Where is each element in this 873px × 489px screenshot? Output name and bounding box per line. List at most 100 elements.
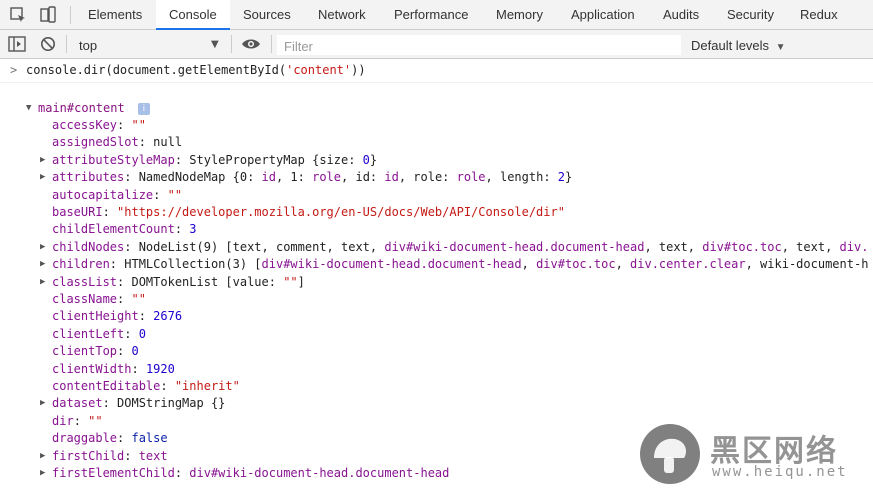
property-row-attributes[interactable]: ▶ attributes: NamedNodeMap {0: id, 1: rol…	[40, 169, 572, 186]
property-row-clientleft[interactable]: clientLeft: 0	[40, 326, 146, 343]
property-value-part: , length:	[485, 170, 558, 185]
property-row-baseuri[interactable]: baseURI: "https://developer.mozilla.org/…	[40, 204, 565, 221]
property-row-dir[interactable]: dir: ""	[40, 413, 103, 430]
property-separator: :	[138, 135, 154, 150]
watermark-url: www.heiqu.net	[712, 464, 848, 480]
property-value-part: "inherit"	[174, 379, 240, 393]
tab-redux[interactable]: Redux	[800, 0, 838, 30]
property-separator: :	[117, 431, 132, 446]
property-separator: :	[117, 344, 132, 359]
property-key: clientLeft	[52, 326, 125, 341]
property-value-part: 0	[138, 326, 146, 341]
property-value-part: role	[456, 170, 486, 185]
property-separator: :	[102, 396, 118, 411]
levels-dropdown-caret-icon: ▼	[775, 42, 786, 53]
watermark-logo-icon	[640, 424, 700, 484]
tab-network[interactable]: Network	[318, 0, 366, 30]
property-row-clientwidth[interactable]: clientWidth: 1920	[40, 361, 175, 378]
property-key: attributeStyleMap	[52, 152, 175, 167]
property-key: clientHeight	[52, 309, 139, 324]
property-value-part: , wiki-document-h	[745, 257, 869, 272]
tab-security[interactable]: Security	[727, 0, 774, 30]
device-toolbar-icon[interactable]	[38, 5, 58, 25]
property-value-part: ]	[297, 274, 305, 289]
tab-application[interactable]: Application	[571, 0, 635, 30]
property-value-part: ,	[521, 257, 537, 272]
property-row-assignedslot[interactable]: assignedSlot: null	[40, 134, 182, 151]
filter-input[interactable]	[278, 37, 692, 56]
collapsed-triangle-icon[interactable]: ▶	[40, 465, 45, 482]
property-separator: :	[117, 274, 132, 289]
property-key: className	[52, 292, 118, 306]
console-output: > console.dir(document.getElementById('c…	[0, 60, 873, 489]
property-value-part: DOMStringMap {}	[117, 396, 226, 411]
property-row-attributestylemap[interactable]: ▶ attributeStyleMap: StylePropertyMap {si…	[40, 152, 377, 169]
property-value-part: ""	[131, 118, 146, 132]
expanded-triangle-icon[interactable]: ▼	[26, 100, 31, 117]
tab-audits[interactable]: Audits	[663, 0, 699, 30]
inspect-element-icon[interactable]	[8, 5, 28, 25]
collapsed-triangle-icon[interactable]: ▶	[40, 395, 45, 412]
collapsed-triangle-icon[interactable]: ▶	[40, 448, 45, 465]
property-row-childelementcount[interactable]: childElementCount: 3	[40, 221, 197, 238]
property-value-part: ""	[131, 292, 146, 306]
property-row-clienttop[interactable]: clientTop: 0	[40, 343, 139, 360]
log-levels-dropdown[interactable]: Default levels ▼	[691, 38, 786, 53]
property-separator: :	[124, 170, 139, 185]
property-separator: :	[153, 187, 168, 202]
property-key: attributes	[52, 170, 125, 185]
property-value-part: , text,	[781, 239, 840, 254]
property-value-part: HTMLCollection(3) [	[124, 257, 262, 272]
property-row-draggable[interactable]: draggable: false	[40, 430, 168, 447]
tab-sources[interactable]: Sources	[243, 0, 291, 30]
property-value-part: text	[138, 448, 168, 463]
property-row-firstelementchild[interactable]: ▶ firstElementChild: div#wiki-document-he…	[40, 465, 449, 482]
filter-box[interactable]	[277, 35, 692, 56]
property-row-contenteditable[interactable]: contentEditable: "inherit"	[40, 378, 240, 395]
property-row-dataset[interactable]: ▶ dataset: DOMStringMap {}	[40, 395, 225, 412]
collapsed-triangle-icon[interactable]: ▶	[40, 256, 45, 273]
live-expression-eye-icon[interactable]	[241, 38, 261, 50]
info-icon[interactable]: i	[137, 103, 150, 115]
tab-console[interactable]: Console	[156, 0, 230, 30]
collapsed-triangle-icon[interactable]: ▶	[40, 169, 45, 186]
property-value-part: NamedNodeMap {0:	[138, 170, 262, 185]
property-separator: :	[138, 309, 154, 324]
tab-elements[interactable]: Elements	[88, 0, 142, 30]
property-row-children[interactable]: ▶ children: HTMLCollection(3) [div#wiki-d…	[40, 256, 868, 273]
tab-performance[interactable]: Performance	[394, 0, 468, 30]
property-key: dir	[52, 413, 74, 428]
property-value-part: }	[565, 170, 573, 185]
property-row-clientheight[interactable]: clientHeight: 2676	[40, 308, 182, 325]
property-separator: :	[117, 292, 132, 306]
property-value-part: 2	[557, 170, 566, 185]
collapsed-triangle-icon[interactable]: ▶	[40, 274, 45, 291]
property-key: draggable	[52, 431, 118, 446]
property-value-part: 1920	[145, 361, 175, 376]
property-value-part: 3	[189, 222, 197, 237]
property-row-classname[interactable]: className: ""	[40, 291, 146, 308]
context-selector[interactable]: top	[79, 38, 97, 53]
property-value-part: , text,	[644, 239, 703, 254]
tab-memory[interactable]: Memory	[496, 0, 543, 30]
property-key: autocapitalize	[52, 187, 154, 202]
property-value-part: }	[369, 152, 378, 167]
sidebar-toggle-icon[interactable]	[8, 36, 26, 52]
property-value-part: div#wiki-document-head.document-head	[261, 257, 522, 272]
object-root-row[interactable]: ▼ main#content i	[26, 100, 150, 117]
property-row-accesskey[interactable]: accessKey: ""	[40, 117, 146, 134]
property-row-childnodes[interactable]: ▶ childNodes: NodeList(9) [text, comment,…	[40, 239, 868, 256]
property-value-part: StylePropertyMap {size:	[189, 152, 363, 167]
property-row-classlist[interactable]: ▶ classList: DOMTokenList [value: ""]	[40, 274, 305, 291]
property-separator: :	[109, 257, 125, 272]
collapsed-triangle-icon[interactable]: ▶	[40, 152, 45, 169]
property-key: clientTop	[52, 344, 118, 359]
property-separator: :	[174, 222, 190, 237]
context-dropdown-caret-icon[interactable]: ▼	[211, 39, 219, 50]
property-value-part: , id:	[341, 170, 385, 185]
collapsed-triangle-icon[interactable]: ▶	[40, 239, 45, 256]
property-row-autocapitalize[interactable]: autocapitalize: ""	[40, 187, 182, 204]
clear-console-icon[interactable]	[40, 36, 56, 52]
property-row-firstchild[interactable]: ▶ firstChild: text	[40, 448, 168, 465]
property-value-part: 0	[362, 152, 370, 167]
